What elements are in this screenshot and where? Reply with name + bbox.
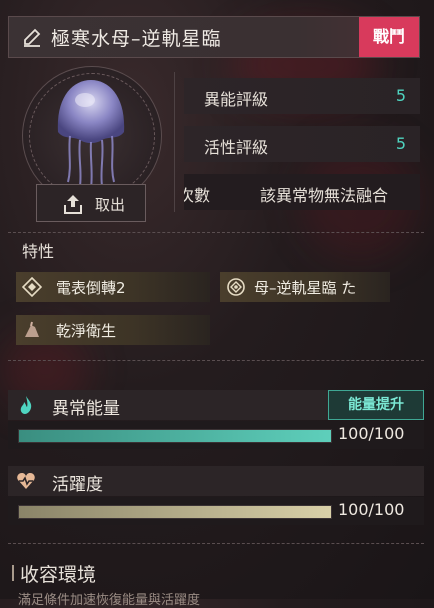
combat-badge: 戰鬥 xyxy=(359,17,419,57)
trait-label: 電表倒轉2 xyxy=(56,279,126,297)
energy-label: 異常能量 xyxy=(52,399,120,419)
upload-icon xyxy=(62,193,84,219)
divider xyxy=(8,232,424,233)
trait-label: 母–逆軌星臨 た xyxy=(254,279,357,297)
heartbeat-icon xyxy=(16,471,36,491)
activity-bar-row: 100/100 xyxy=(8,497,424,525)
trait-chip[interactable]: 電表倒轉2 xyxy=(16,272,210,302)
fusion-value: 該異常物無法融合 xyxy=(260,186,389,205)
jellyfish-image xyxy=(57,80,125,189)
trait-label: 乾淨衛生 xyxy=(56,322,117,340)
fusion-label: 次數 xyxy=(184,186,211,205)
fusion-row: 次數 該異常物無法融合 xyxy=(184,174,420,210)
divider xyxy=(8,543,424,544)
pencil-icon[interactable] xyxy=(21,26,43,48)
traits-title: 特性 xyxy=(22,242,55,261)
activity-header: 活躍度 xyxy=(8,466,424,496)
activity-value: 100/100 xyxy=(338,500,405,519)
energy-bar-row: 100/100 xyxy=(8,421,424,449)
extract-label: 取出 xyxy=(95,196,126,214)
item-title: 極寒水母–逆軌星臨 xyxy=(51,28,222,50)
stat-value: 5 xyxy=(395,86,406,105)
stat-label: 活性評級 xyxy=(204,138,269,157)
activity-label: 活躍度 xyxy=(52,475,103,495)
stat-row-ability-grade: 異能評級 5 xyxy=(184,78,420,114)
activity-bar xyxy=(18,505,332,519)
stat-value: 5 xyxy=(395,134,406,153)
broom-icon xyxy=(22,320,42,340)
environment-title: 收容環境 xyxy=(20,564,97,586)
divider xyxy=(174,72,175,212)
energy-header: 異常能量 能量提升 xyxy=(8,390,424,420)
activity-bar-fill xyxy=(19,506,331,518)
item-header: 極寒水母–逆軌星臨 戰鬥 xyxy=(8,16,420,58)
divider xyxy=(8,360,424,361)
target-icon xyxy=(226,277,246,297)
flame-icon xyxy=(16,395,36,415)
energy-value: 100/100 xyxy=(338,424,405,443)
trait-chip[interactable]: 乾淨衛生 xyxy=(16,315,210,345)
extract-button[interactable]: 取出 xyxy=(36,184,146,222)
stat-row-activity-grade: 活性評級 5 xyxy=(184,126,420,162)
stat-label: 異能評級 xyxy=(204,90,269,109)
section-marker xyxy=(12,565,14,581)
energy-boost-button[interactable]: 能量提升 xyxy=(328,390,424,420)
energy-bar xyxy=(18,429,332,443)
energy-bar-fill xyxy=(19,430,331,442)
trait-chip[interactable]: 母–逆軌星臨 た xyxy=(220,272,390,302)
diamond-icon xyxy=(21,276,43,298)
